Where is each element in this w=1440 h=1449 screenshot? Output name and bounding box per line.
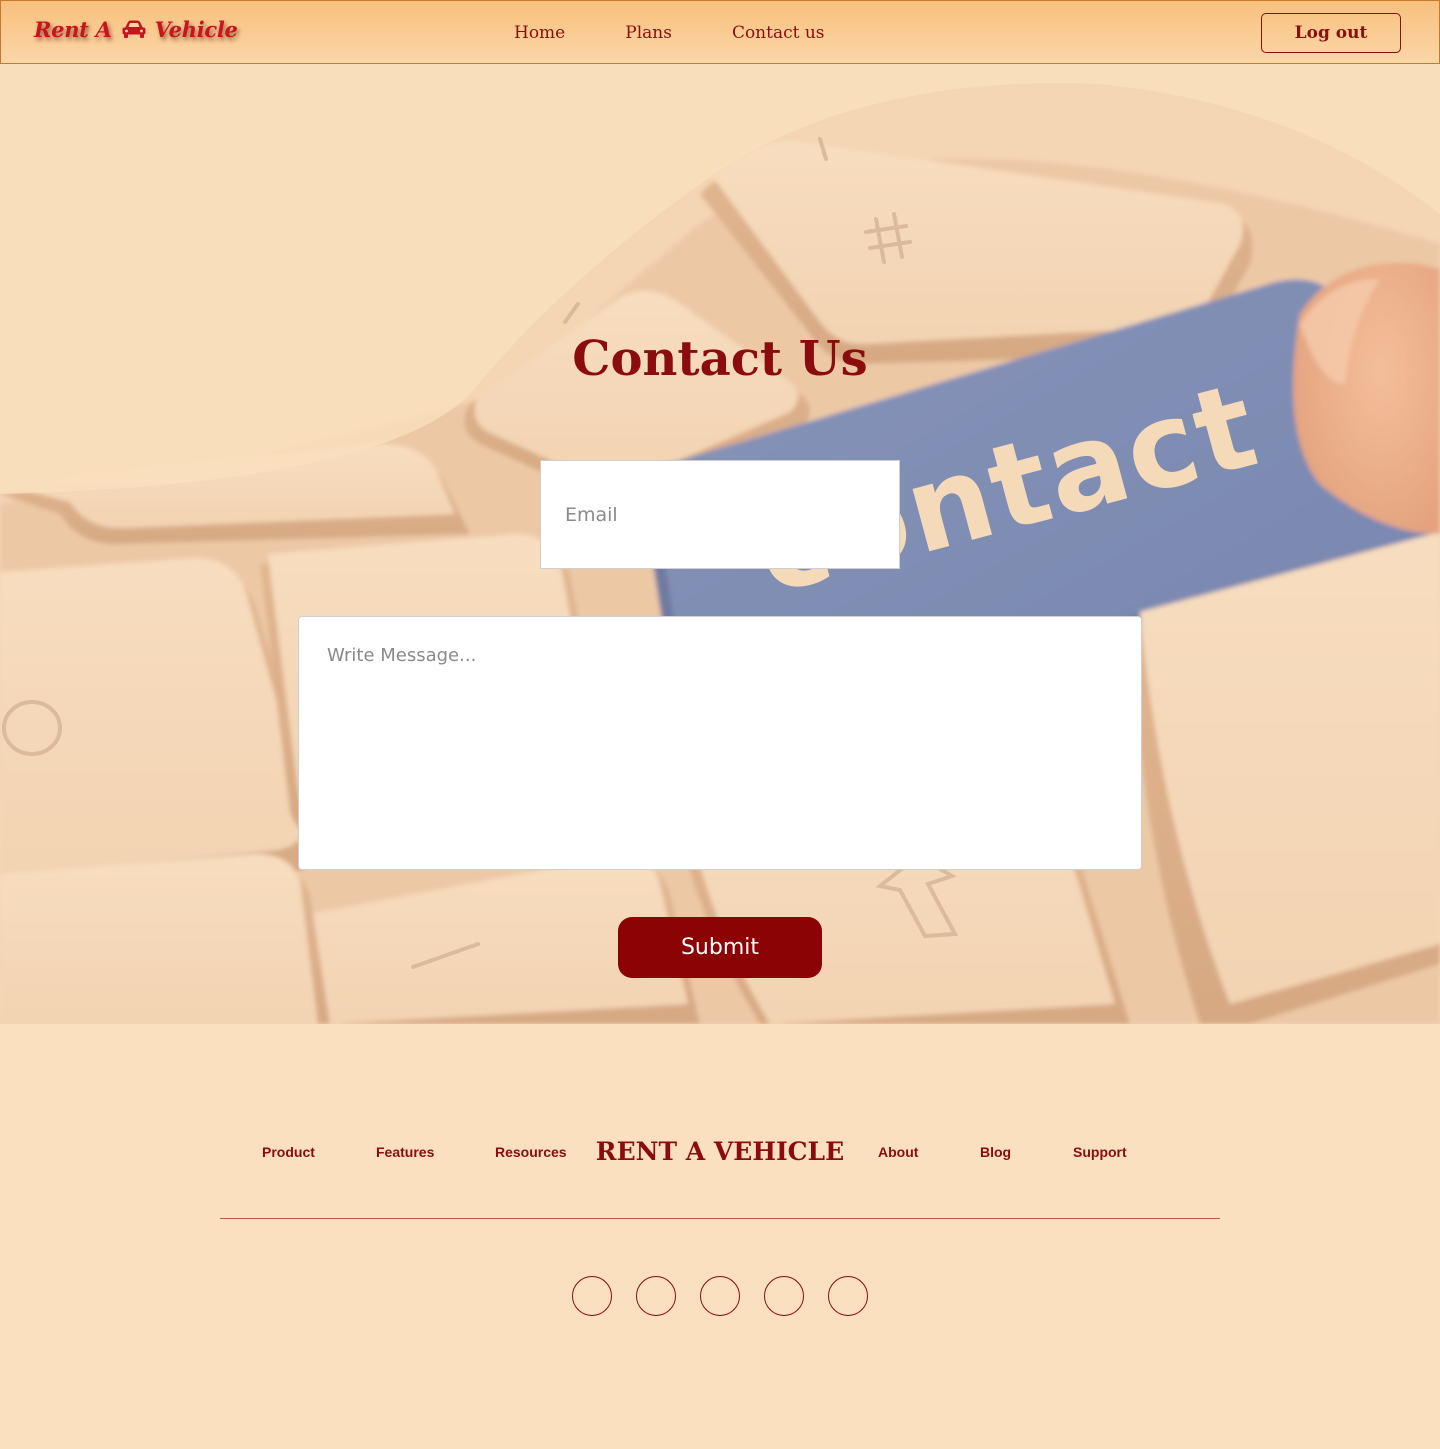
nav-contact-us[interactable]: Contact us — [732, 21, 825, 45]
email-field[interactable] — [540, 460, 900, 569]
footer-nav: Product Features Resources RENT A VEHICL… — [0, 1130, 1440, 1174]
car-icon — [122, 20, 146, 38]
main-nav: Home Plans Contact us — [514, 21, 885, 45]
site-logo[interactable]: Rent A Vehicle — [34, 13, 238, 45]
footer-link-features[interactable]: Features — [376, 1143, 434, 1161]
footer-link-resources[interactable]: Resources — [495, 1143, 567, 1161]
footer-link-blog[interactable]: Blog — [980, 1143, 1011, 1161]
logo-text-left: Rent A — [34, 16, 112, 42]
social-icon-5[interactable] — [828, 1276, 868, 1316]
social-icon-2[interactable] — [636, 1276, 676, 1316]
nav-plans[interactable]: Plans — [625, 21, 672, 45]
footer-divider — [220, 1218, 1220, 1219]
footer-brand: RENT A VEHICLE — [595, 1137, 845, 1166]
footer-link-support[interactable]: Support — [1073, 1143, 1127, 1161]
contact-hero: contact Contact Us Submit — [0, 64, 1440, 1024]
social-icon-3[interactable] — [700, 1276, 740, 1316]
social-icon-1[interactable] — [572, 1276, 612, 1316]
footer-link-about[interactable]: About — [878, 1143, 918, 1161]
contact-page: Rent A Vehicle Home Plans Contact us Log… — [0, 0, 1440, 1449]
social-links — [572, 1276, 892, 1316]
page-title: Contact Us — [572, 331, 868, 387]
social-icon-4[interactable] — [764, 1276, 804, 1316]
message-textarea[interactable] — [298, 616, 1142, 870]
logo-text-right: Vehicle — [154, 16, 238, 42]
nav-home[interactable]: Home — [514, 21, 565, 45]
logout-button[interactable]: Log out — [1261, 13, 1401, 53]
footer-link-product[interactable]: Product — [262, 1143, 315, 1161]
submit-button[interactable]: Submit — [618, 917, 822, 978]
top-navbar: Rent A Vehicle Home Plans Contact us Log… — [0, 0, 1440, 64]
